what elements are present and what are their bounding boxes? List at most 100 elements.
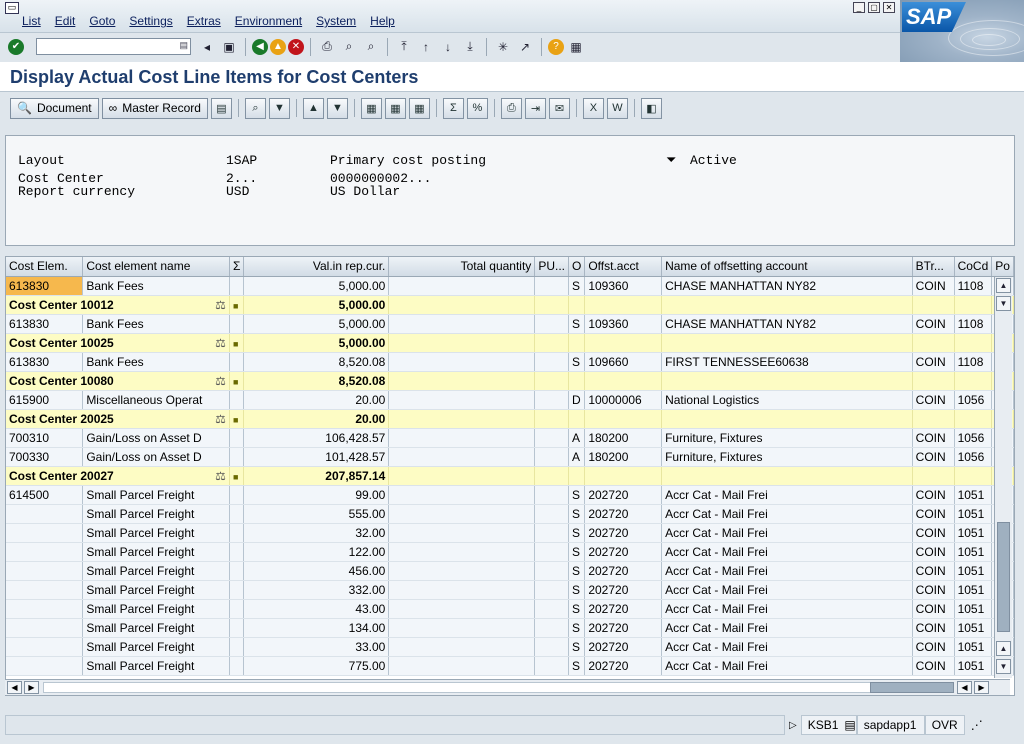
cost-element-cell[interactable]: 614500 <box>6 485 84 505</box>
find-icon[interactable]: ⌕ <box>339 37 359 57</box>
business-transaction-cell[interactable]: COIN <box>912 618 955 638</box>
subtotal-row[interactable]: Cost Center 10012 ⚖ ■ 5,000.00 <box>6 295 1014 315</box>
offset-type-cell[interactable]: S <box>568 656 586 676</box>
offset-type-cell[interactable]: S <box>568 276 586 296</box>
sum-marker-cell[interactable] <box>229 561 245 581</box>
cost-element-cell[interactable] <box>6 523 84 543</box>
unit-cell[interactable] <box>534 447 569 467</box>
offset-type-cell[interactable]: S <box>568 618 586 638</box>
empty-cell[interactable] <box>534 371 569 391</box>
offset-account-cell[interactable]: 202720 <box>584 504 663 524</box>
quantity-cell[interactable] <box>388 656 536 676</box>
offset-account-name-cell[interactable]: Accr Cat - Mail Frei <box>661 637 913 657</box>
select-layout-icon[interactable]: ▦ <box>384 97 406 119</box>
menu-item-extras[interactable]: Extras <box>187 14 221 28</box>
offset-account-cell[interactable]: 180200 <box>584 447 663 467</box>
unit-cell[interactable] <box>534 428 569 448</box>
business-transaction-cell[interactable]: COIN <box>912 447 955 467</box>
offset-account-cell[interactable]: 202720 <box>584 580 663 600</box>
company-code-cell[interactable]: 1051 <box>954 637 993 657</box>
company-code-cell[interactable]: 1056 <box>954 428 993 448</box>
menu-item-settings[interactable]: Settings <box>129 14 172 28</box>
offset-type-cell[interactable]: S <box>568 504 586 524</box>
subtotal-marker[interactable]: ■ <box>229 295 245 315</box>
subtotal-marker[interactable]: ■ <box>229 409 245 429</box>
cost-element-name-cell[interactable]: Small Parcel Freight <box>82 485 230 505</box>
close-icon[interactable]: ✕ <box>883 2 895 13</box>
previous-page-icon[interactable]: ↑ <box>416 37 436 57</box>
horizontal-scroll-thumb[interactable] <box>870 682 954 693</box>
unit-cell[interactable] <box>534 580 569 600</box>
status-expand-icon[interactable]: ▷ <box>789 720 797 731</box>
offset-account-name-cell[interactable]: Accr Cat - Mail Frei <box>661 656 913 676</box>
business-transaction-cell[interactable]: COIN <box>912 390 955 410</box>
empty-cell[interactable] <box>388 409 536 429</box>
print-preview-icon[interactable]: ⎙ <box>500 97 522 119</box>
horizontal-scroll-track[interactable] <box>43 682 953 693</box>
cost-element-cell[interactable]: 615900 <box>6 390 84 410</box>
quantity-cell[interactable] <box>388 390 536 410</box>
cost-element-name-cell[interactable]: Small Parcel Freight <box>82 637 230 657</box>
menu-item-edit[interactable]: Edit <box>55 14 76 28</box>
company-code-cell[interactable]: 1108 <box>954 352 993 372</box>
minimize-icon[interactable]: _ <box>853 2 865 13</box>
sum-marker-cell[interactable] <box>229 542 245 562</box>
offset-account-name-cell[interactable]: CHASE MANHATTAN NY82 <box>661 276 913 296</box>
cost-element-cell[interactable]: 700330 <box>6 447 84 467</box>
cost-element-name-cell[interactable]: Small Parcel Freight <box>82 599 230 619</box>
sort-descending-icon[interactable]: ▼ <box>326 97 348 119</box>
table-row[interactable]: 615900 Miscellaneous Operat 20.00 D 10000006… <box>6 390 1014 410</box>
offset-type-cell[interactable]: S <box>568 637 586 657</box>
business-transaction-cell[interactable]: COIN <box>912 580 955 600</box>
quantity-cell[interactable] <box>388 637 536 657</box>
subtotal-marker[interactable]: ■ <box>229 333 245 353</box>
unit-cell[interactable] <box>534 314 569 334</box>
exit-icon[interactable]: ▲ <box>270 38 286 55</box>
sum-marker-cell[interactable] <box>229 599 245 619</box>
business-transaction-cell[interactable]: COIN <box>912 637 955 657</box>
company-code-cell[interactable]: 1051 <box>954 656 993 676</box>
empty-cell[interactable] <box>388 466 536 486</box>
export-icon[interactable]: ⇥ <box>524 97 546 119</box>
unit-cell[interactable] <box>534 523 569 543</box>
offset-type-cell[interactable]: S <box>568 485 586 505</box>
document-button[interactable]: 🔍 Document <box>10 97 99 119</box>
table-row[interactable]: Small Parcel Freight 33.00 S 202720 Accr Cat… <box>6 637 1014 657</box>
sum-marker-cell[interactable] <box>229 618 245 638</box>
empty-cell[interactable] <box>912 333 955 353</box>
first-page-icon[interactable]: ⤒ <box>394 37 414 57</box>
table-row[interactable]: Small Parcel Freight 775.00 S 202720 Accr Ca… <box>6 656 1014 676</box>
empty-cell[interactable] <box>584 371 663 391</box>
quantity-cell[interactable] <box>388 599 536 619</box>
command-field[interactable]: ▤ <box>36 38 191 55</box>
value-cell[interactable]: 99.00 <box>243 485 390 505</box>
business-transaction-cell[interactable]: COIN <box>912 599 955 619</box>
unit-cell[interactable] <box>534 542 569 562</box>
scroll-page-down-icon[interactable]: ▼ <box>996 659 1011 674</box>
scroll-page-up-icon[interactable]: ▲ <box>996 641 1011 656</box>
value-cell[interactable]: 775.00 <box>243 656 390 676</box>
unit-cell[interactable] <box>534 599 569 619</box>
column-header[interactable]: Offst.acct <box>584 257 663 277</box>
table-row[interactable]: 613830 Bank Fees 5,000.00 S 109360 CHASE MANH… <box>6 276 1014 296</box>
subtotal-label[interactable]: Cost Center 20025 ⚖ <box>6 409 230 429</box>
table-row[interactable]: 700310 Gain/Loss on Asset D 106,428.57 A 180… <box>6 428 1014 448</box>
unit-cell[interactable] <box>534 618 569 638</box>
quantity-cell[interactable] <box>388 523 536 543</box>
value-cell[interactable]: 106,428.57 <box>243 428 390 448</box>
table-row[interactable]: 700330 Gain/Loss on Asset D 101,428.57 A 180… <box>6 447 1014 467</box>
cost-element-cell[interactable] <box>6 580 84 600</box>
empty-cell[interactable] <box>661 466 913 486</box>
offset-account-name-cell[interactable]: Furniture, Fixtures <box>661 447 913 467</box>
company-code-cell[interactable]: 1051 <box>954 542 993 562</box>
sum-marker-cell[interactable] <box>229 390 245 410</box>
company-code-cell[interactable]: 1051 <box>954 561 993 581</box>
offset-account-cell[interactable]: 202720 <box>584 485 663 505</box>
column-header[interactable]: Σ <box>229 257 245 277</box>
offset-account-cell[interactable]: 202720 <box>584 637 663 657</box>
subtotal-value[interactable]: 5,000.00 <box>243 333 390 353</box>
table-row[interactable]: Small Parcel Freight 43.00 S 202720 Accr Cat… <box>6 599 1014 619</box>
expand-subtotal-icon[interactable]: ⚖ <box>215 469 226 483</box>
subtotal-label[interactable]: Cost Center 10025 ⚖ <box>6 333 230 353</box>
save-icon[interactable]: ▣ <box>219 37 239 57</box>
